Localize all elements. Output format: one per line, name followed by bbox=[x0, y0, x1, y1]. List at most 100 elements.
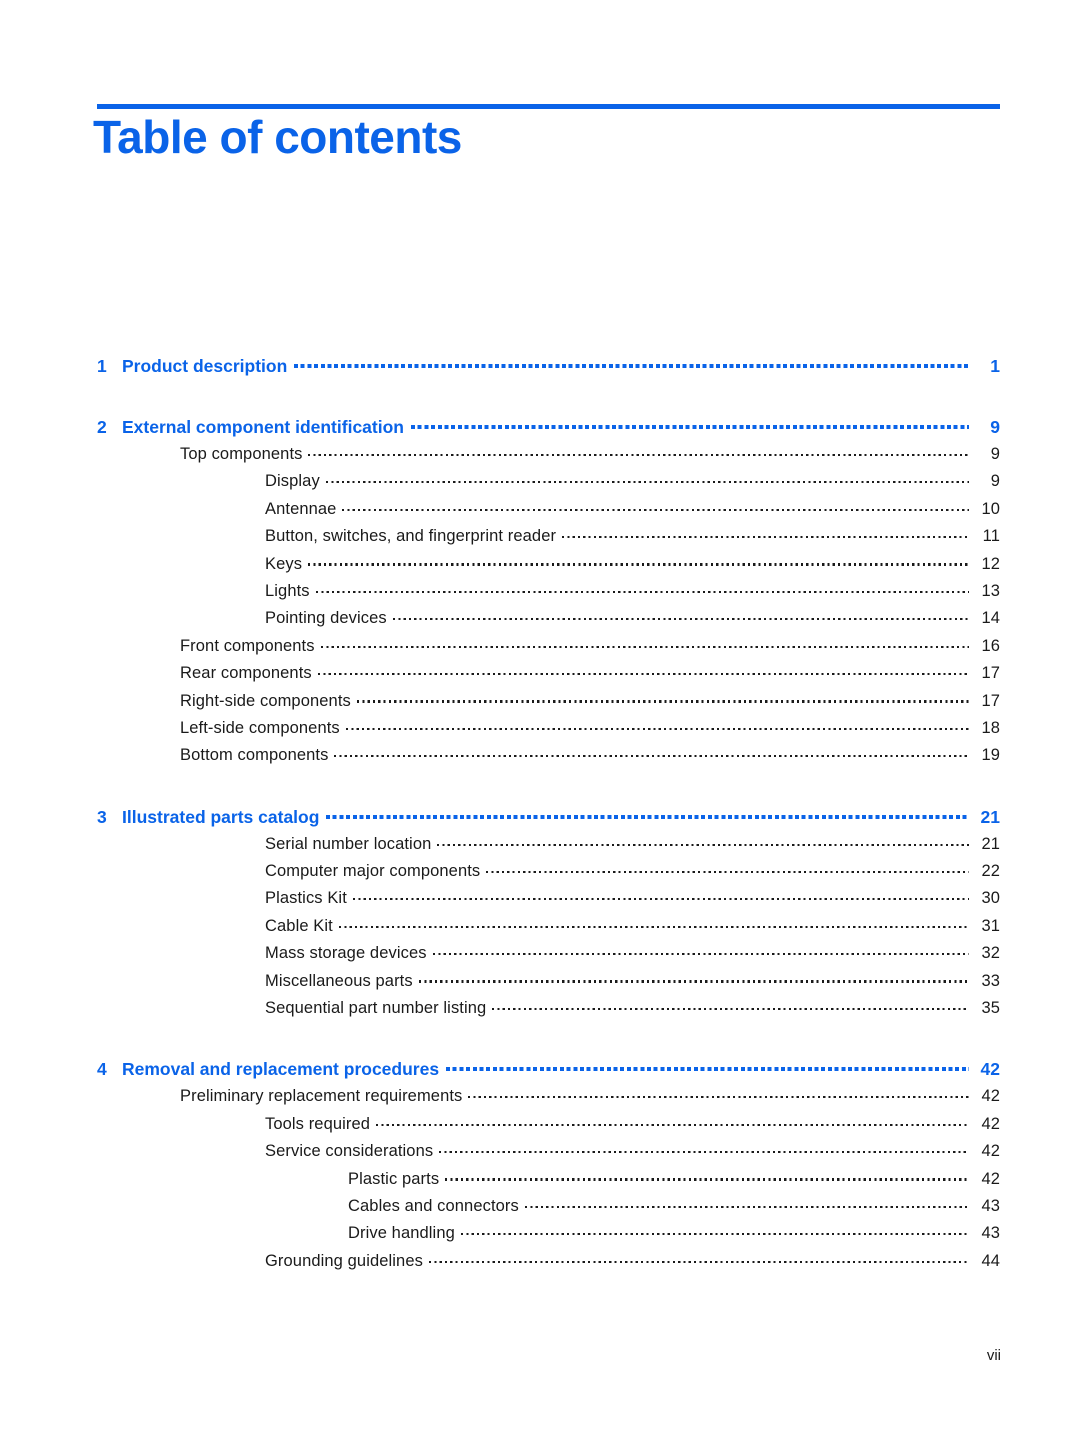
toc-chapter-title: Product description bbox=[122, 356, 288, 376]
toc-dot-leader bbox=[432, 942, 969, 958]
toc-entry-title: Serial number location bbox=[265, 834, 432, 853]
toc-chapter-row[interactable]: 1 Product description 1 bbox=[0, 355, 1080, 382]
toc-chapter-row[interactable]: 4 Removal and replacement procedures 42 bbox=[0, 1058, 1080, 1085]
toc-chapter-page-number: 42 bbox=[980, 1059, 1000, 1080]
toc-dot-leader bbox=[342, 498, 969, 514]
toc-entry-page-number: 16 bbox=[981, 636, 1000, 655]
toc-entry-row[interactable]: Display 9 bbox=[0, 470, 1080, 497]
toc-entry-page-number: 13 bbox=[981, 581, 1000, 600]
toc-dot-leader bbox=[460, 1222, 969, 1238]
toc-entry-row[interactable]: Pointing devices 14 bbox=[0, 607, 1080, 634]
toc-entry-row[interactable]: Bottom components 19 bbox=[0, 744, 1080, 771]
toc-entry-title: Mass storage devices bbox=[265, 944, 427, 963]
toc-chapter-page-number: 21 bbox=[980, 806, 1000, 827]
toc-dot-leader bbox=[376, 1113, 969, 1129]
toc-entry-page-number: 30 bbox=[981, 889, 1000, 908]
toc-entry-page-number: 14 bbox=[981, 609, 1000, 628]
toc-chapter-number: 1 bbox=[97, 356, 107, 376]
toc-entry-row[interactable]: Left-side components 18 bbox=[0, 717, 1080, 744]
toc-entry-row[interactable]: Mass storage devices 32 bbox=[0, 942, 1080, 969]
toc-entry-row[interactable]: Cable Kit 31 bbox=[0, 915, 1080, 942]
toc-entry-page-number: 35 bbox=[981, 999, 1000, 1018]
title-rule bbox=[97, 104, 1000, 109]
toc-dot-leader bbox=[345, 717, 969, 733]
toc-entry-row[interactable]: Lights 13 bbox=[0, 580, 1080, 607]
toc-entry-title: Tools required bbox=[265, 1114, 371, 1133]
toc-entry-row[interactable]: Top components 9 bbox=[0, 443, 1080, 470]
toc-dot-leader bbox=[445, 1168, 969, 1184]
toc-dot-leader bbox=[294, 355, 969, 372]
toc-entry-page-number: 10 bbox=[981, 499, 1000, 518]
toc-entry-row[interactable]: Tools required 42 bbox=[0, 1113, 1080, 1140]
toc-entry-page-number: 42 bbox=[981, 1169, 1000, 1188]
toc-entry-row[interactable]: Plastics Kit 30 bbox=[0, 887, 1080, 914]
toc-entry-page-number: 12 bbox=[981, 554, 1000, 573]
toc-entry-row[interactable]: Preliminary replacement requirements 42 bbox=[0, 1085, 1080, 1112]
toc-dot-leader bbox=[437, 833, 969, 849]
toc-entry-row[interactable]: Antennae 10 bbox=[0, 498, 1080, 525]
toc-entry-title: Display bbox=[265, 472, 320, 491]
toc-dot-leader bbox=[352, 887, 969, 903]
toc-entry-row[interactable]: Miscellaneous parts 33 bbox=[0, 970, 1080, 997]
footer-page-number: vii bbox=[986, 1347, 1001, 1364]
toc-entry-row[interactable]: Sequential part number listing 35 bbox=[0, 997, 1080, 1024]
toc-dot-leader bbox=[446, 1058, 969, 1075]
toc-dot-leader bbox=[334, 744, 969, 760]
toc-entry-title: Pointing devices bbox=[265, 609, 387, 628]
toc-entry-row[interactable]: Front components 16 bbox=[0, 635, 1080, 662]
toc-entry-row[interactable]: Rear components 17 bbox=[0, 662, 1080, 689]
toc-entry-row[interactable]: Button, switches, and fingerprint reader… bbox=[0, 525, 1080, 552]
toc-entry-title: Cable Kit bbox=[265, 916, 333, 935]
toc-entry-title: Grounding guidelines bbox=[265, 1251, 423, 1270]
toc-dot-leader bbox=[418, 970, 969, 986]
toc-entry-page-number: 17 bbox=[981, 691, 1000, 710]
toc-entry-row[interactable]: Grounding guidelines 44 bbox=[0, 1250, 1080, 1277]
toc-entry-title: Top components bbox=[180, 445, 303, 463]
toc-entry-row[interactable]: Keys 12 bbox=[0, 553, 1080, 580]
toc-entry-row[interactable]: Computer major components 22 bbox=[0, 860, 1080, 887]
toc-entry-title: Lights bbox=[265, 581, 310, 600]
toc-dot-leader bbox=[562, 525, 969, 541]
toc-chapter-row[interactable]: 3 Illustrated parts catalog 21 bbox=[0, 806, 1080, 833]
toc-entry-page-number: 18 bbox=[981, 718, 1000, 737]
toc-entry-title: Button, switches, and fingerprint reader bbox=[265, 527, 557, 546]
toc-entry-row[interactable]: Service considerations 42 bbox=[0, 1140, 1080, 1167]
toc-entry-row[interactable]: Right-side components 17 bbox=[0, 690, 1080, 717]
toc-dot-leader bbox=[326, 806, 969, 823]
toc-entry-title: Drive handling bbox=[348, 1224, 455, 1243]
toc-entry-title: Left-side components bbox=[180, 718, 340, 737]
page-title: Table of contents bbox=[93, 111, 462, 163]
toc-entry-row[interactable]: Cables and connectors 43 bbox=[0, 1195, 1080, 1222]
toc-entry-title: Front components bbox=[180, 636, 315, 655]
toc-entry-title: Miscellaneous parts bbox=[265, 971, 413, 990]
toc-entry-row[interactable]: Drive handling 43 bbox=[0, 1222, 1080, 1249]
toc-chapter-row[interactable]: 2 External component identification 9 bbox=[0, 416, 1080, 443]
toc-entry-title: Plastic parts bbox=[348, 1169, 440, 1188]
toc-dot-leader bbox=[308, 443, 969, 459]
toc-chapter-number: 4 bbox=[97, 1059, 107, 1080]
toc-entry-page-number: 43 bbox=[981, 1196, 1000, 1215]
toc-chapter-page-number: 1 bbox=[990, 356, 1000, 376]
toc-entry-page-number: 21 bbox=[981, 834, 1000, 853]
toc-entry-title: Keys bbox=[265, 554, 303, 573]
toc-entry-page-number: 11 bbox=[982, 527, 1000, 546]
toc-chapter-title: Illustrated parts catalog bbox=[122, 806, 320, 827]
toc-entry-title: Sequential part number listing bbox=[265, 999, 487, 1018]
toc-entry-page-number: 44 bbox=[981, 1251, 1000, 1270]
toc-dot-leader bbox=[410, 416, 969, 433]
toc-dot-leader bbox=[356, 690, 969, 706]
toc-entry-row[interactable]: Plastic parts 42 bbox=[0, 1168, 1080, 1195]
toc-chapter-title: External component identification bbox=[122, 417, 404, 437]
toc-dot-leader bbox=[317, 662, 969, 678]
toc-dot-leader bbox=[315, 580, 969, 596]
toc-entry-title: Plastics Kit bbox=[265, 889, 347, 908]
toc-entry-page-number: 42 bbox=[981, 1114, 1000, 1133]
toc-dot-leader bbox=[325, 470, 969, 486]
toc-entry-page-number: 19 bbox=[981, 746, 1000, 765]
toc-entry-title: Rear components bbox=[180, 664, 312, 683]
toc-chapter-number: 3 bbox=[97, 806, 107, 827]
toc-entry-page-number: 33 bbox=[981, 971, 1000, 990]
toc-dot-leader bbox=[486, 860, 969, 876]
toc-entry-title: Service considerations bbox=[265, 1142, 434, 1161]
toc-entry-row[interactable]: Serial number location 21 bbox=[0, 833, 1080, 860]
